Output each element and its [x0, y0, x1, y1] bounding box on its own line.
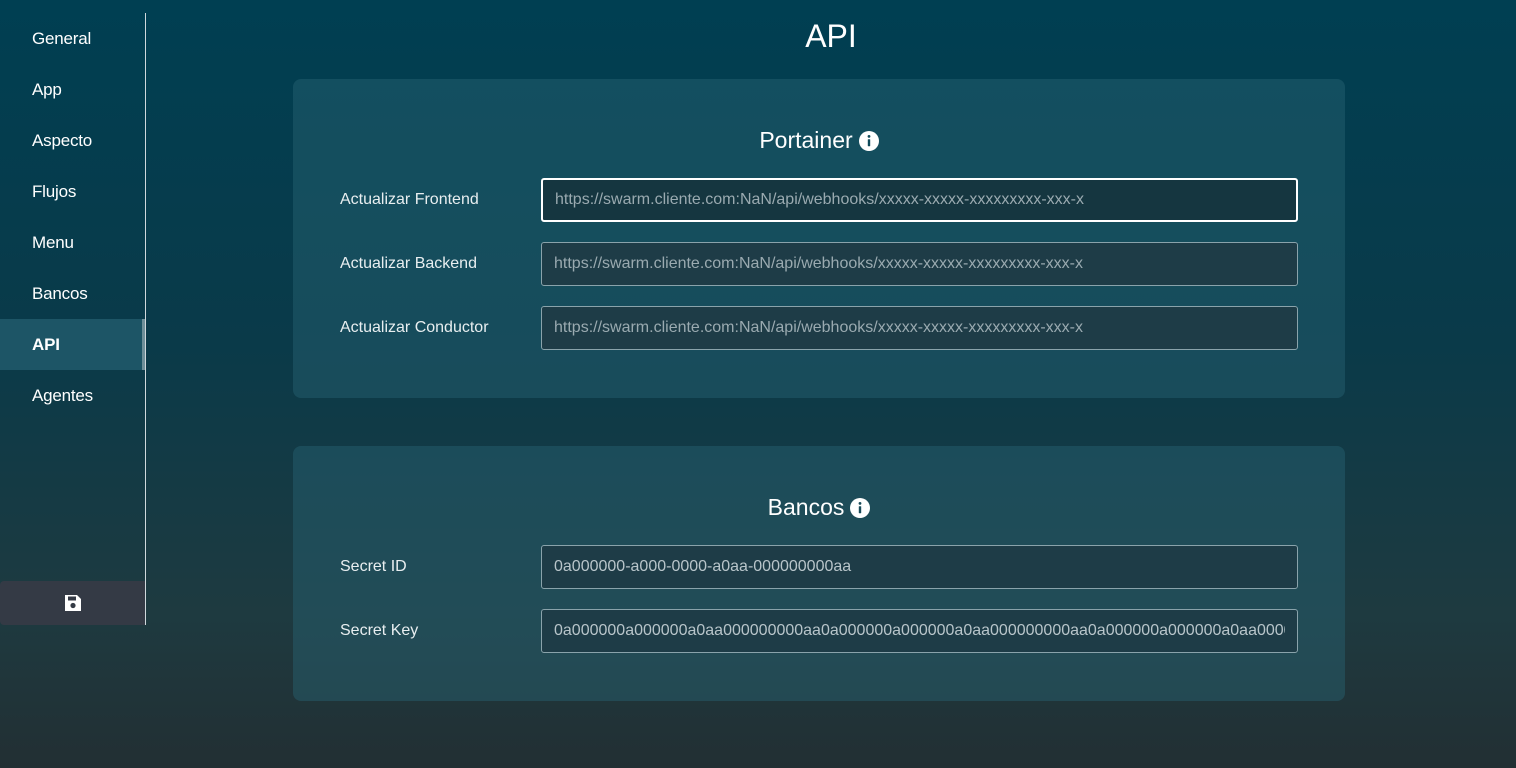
sidebar-item-flujos[interactable]: Flujos: [0, 166, 145, 217]
portainer-heading: Portainer: [293, 127, 1345, 154]
field-row-backend: Actualizar Backend: [340, 242, 1298, 286]
field-label-secret-key: Secret Key: [340, 622, 419, 639]
bancos-card: Bancos Secret ID Secret Key: [293, 446, 1345, 701]
frontend-webhook-input[interactable]: [541, 178, 1298, 222]
sidebar-item-agentes[interactable]: Agentes: [0, 370, 145, 421]
backend-webhook-input[interactable]: [541, 242, 1298, 286]
field-row-conductor: Actualizar Conductor: [340, 306, 1298, 350]
page-title: API: [805, 18, 857, 54]
sidebar: General App Aspecto Flujos Menu Bancos A…: [0, 13, 146, 625]
sidebar-item-bancos[interactable]: Bancos: [0, 268, 145, 319]
sidebar-item-general[interactable]: General: [0, 13, 145, 64]
sidebar-item-aspecto[interactable]: Aspecto: [0, 115, 145, 166]
sidebar-item-menu[interactable]: Menu: [0, 217, 145, 268]
bancos-title: Bancos: [767, 494, 845, 520]
bancos-heading: Bancos: [293, 494, 1345, 521]
field-row-secret-id: Secret ID: [340, 545, 1298, 589]
secret-id-input[interactable]: [541, 545, 1298, 589]
field-row-secret-key: Secret Key: [340, 609, 1298, 653]
floppy-disk-icon: [64, 595, 81, 611]
portainer-title: Portainer: [759, 127, 853, 153]
field-row-frontend: Actualizar Frontend: [340, 178, 1298, 222]
portainer-card: Portainer Actualizar Frontend Actualizar…: [293, 79, 1345, 398]
save-button[interactable]: [0, 581, 145, 625]
conductor-webhook-input[interactable]: [541, 306, 1298, 350]
info-icon[interactable]: [858, 130, 879, 151]
field-label-backend: Actualizar Backend: [340, 255, 477, 272]
secret-key-input[interactable]: [541, 609, 1298, 653]
sidebar-item-api[interactable]: API: [0, 319, 145, 370]
sidebar-item-app[interactable]: App: [0, 64, 145, 115]
field-label-secret-id: Secret ID: [340, 558, 407, 575]
field-label-conductor: Actualizar Conductor: [340, 319, 489, 336]
info-icon[interactable]: [850, 497, 871, 518]
field-label-frontend: Actualizar Frontend: [340, 191, 479, 208]
